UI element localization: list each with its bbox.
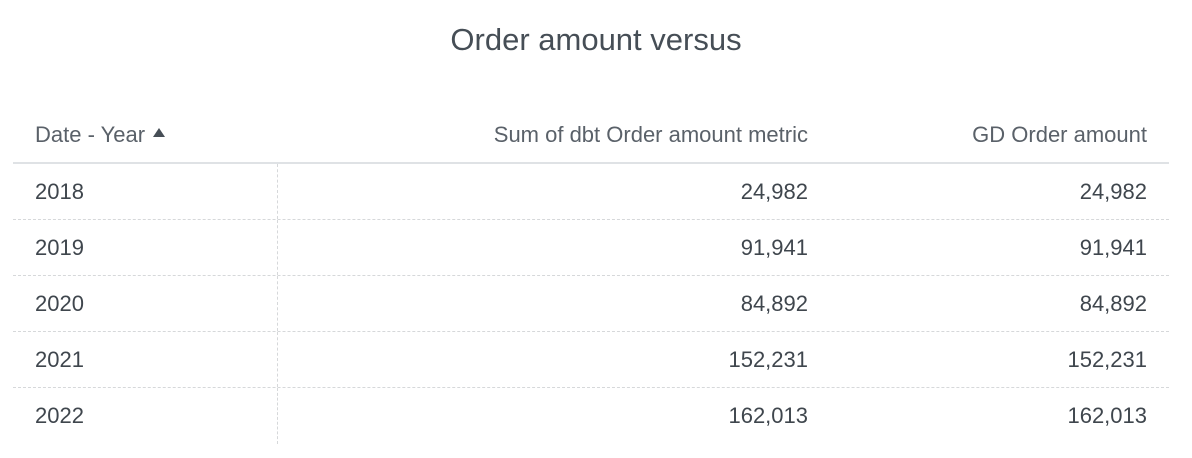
cell-year: 2019 (13, 220, 278, 275)
cell-gd-order-amount: 24,982 (1079, 178, 1147, 204)
column-header-gd-order-amount[interactable]: GD Order amount (810, 108, 1169, 162)
table-row: 2021 152,231 152,231 (13, 332, 1169, 388)
sort-ascending-icon[interactable] (153, 127, 166, 137)
table-row: 2022 162,013 162,013 (13, 388, 1169, 444)
cell-gd-order-amount: 91,941 (1079, 234, 1147, 260)
data-table: Date - Year Sum of dbt Order amount metr… (13, 108, 1169, 444)
cell-dbt-order-amount: 84,892 (740, 290, 808, 316)
column-header-dbt-order-amount[interactable]: Sum of dbt Order amount metric (278, 108, 810, 162)
cell-year: 2018 (13, 164, 278, 219)
column-header-label: Sum of dbt Order amount metric (493, 122, 808, 147)
cell-dbt-order-amount: 162,013 (728, 403, 808, 428)
cell-dbt-order-amount: 91,941 (740, 234, 808, 260)
column-header-date-year[interactable]: Date - Year (13, 108, 278, 162)
cell-year: 2020 (13, 276, 278, 331)
column-header-label: Date - Year (35, 122, 146, 147)
cell-year: 2021 (13, 332, 278, 387)
cell-gd-order-amount: 162,013 (1067, 403, 1147, 428)
chart-title: Order amount versus (450, 22, 742, 57)
cell-gd-order-amount: 152,231 (1067, 346, 1147, 372)
column-header-label: GD Order amount (972, 122, 1147, 147)
cell-dbt-order-amount: 152,231 (728, 346, 808, 372)
table-row: 2020 84,892 84,892 (13, 276, 1169, 332)
table-header-row: Date - Year Sum of dbt Order amount metr… (13, 108, 1169, 164)
cell-dbt-order-amount: 24,982 (740, 178, 808, 204)
cell-gd-order-amount: 84,892 (1079, 290, 1147, 316)
table-row: 2019 91,941 91,941 (13, 220, 1169, 276)
table-row: 2018 24,982 24,982 (13, 164, 1169, 220)
cell-year: 2022 (13, 388, 278, 444)
